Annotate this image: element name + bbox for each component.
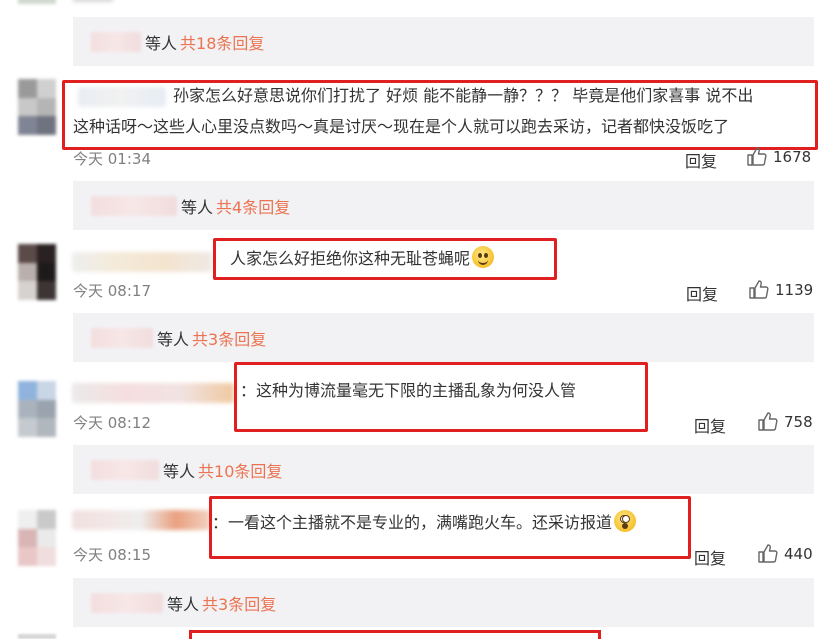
thumbs-up-icon	[758, 544, 778, 563]
avatar[interactable]	[18, 381, 56, 437]
reply-button[interactable]: 回复	[694, 545, 726, 569]
bottom-cropped-avatar	[18, 634, 56, 639]
reply-button[interactable]: 回复	[685, 148, 717, 172]
thumbs-up-icon	[758, 412, 778, 431]
reply-suffix: 等人	[163, 461, 196, 481]
bottom-highlight-box-cropped	[189, 630, 601, 639]
reply-count-link[interactable]: 共10条回复	[198, 458, 282, 482]
comment-time: 今天 08:15	[73, 546, 151, 564]
highlight-box	[62, 80, 818, 150]
reply-suffix: 等人	[167, 594, 200, 614]
avatar[interactable]	[18, 244, 56, 300]
reply-summary-bar[interactable]: 等人 共3条回复	[73, 313, 814, 362]
thumbs-up-icon	[747, 147, 767, 166]
reply-button[interactable]: 回复	[686, 281, 718, 305]
comment-time: 今天 08:12	[73, 414, 151, 432]
top-cropped-avatar	[18, 0, 56, 4]
reply-suffix: 等人	[145, 33, 178, 53]
reply-count-link[interactable]: 共4条回复	[216, 194, 290, 218]
avatar[interactable]	[18, 510, 56, 566]
username-blurred[interactable]	[72, 510, 210, 530]
replier-names-blurred	[91, 592, 163, 613]
highlight-box	[213, 238, 557, 280]
like-button[interactable]: 758	[758, 412, 813, 431]
replier-names-blurred	[91, 31, 141, 52]
replier-names-blurred	[91, 327, 153, 348]
like-button[interactable]: 1678	[747, 147, 811, 166]
username-blurred[interactable]	[72, 383, 234, 403]
comment-time: 今天 01:34	[73, 150, 151, 168]
replier-names-blurred	[91, 459, 159, 480]
username-blurred[interactable]	[72, 252, 212, 272]
highlight-box	[234, 362, 648, 432]
top-cropped-text	[73, 0, 113, 2]
avatar[interactable]	[18, 79, 56, 135]
reply-summary-bar[interactable]: 等人 共4条回复	[73, 181, 814, 230]
reply-count-link[interactable]: 共18条回复	[180, 30, 264, 54]
like-count: 1678	[773, 147, 812, 166]
reply-suffix: 等人	[157, 329, 190, 349]
reply-summary-bar[interactable]: 等人 共18条回复	[73, 17, 814, 66]
reply-suffix: 等人	[181, 197, 214, 217]
reply-summary-bar[interactable]: 等人 共3条回复	[73, 578, 814, 627]
like-count: 440	[784, 544, 813, 563]
like-button[interactable]: 440	[758, 544, 813, 563]
thumbs-up-icon	[749, 280, 769, 299]
like-count: 1139	[775, 280, 814, 299]
like-button[interactable]: 1139	[749, 280, 813, 299]
like-count: 758	[784, 412, 813, 431]
comment-time: 今天 08:17	[73, 282, 151, 300]
highlight-box	[209, 496, 691, 559]
reply-count-link[interactable]: 共3条回复	[202, 591, 276, 615]
reply-summary-bar[interactable]: 等人 共10条回复	[73, 445, 814, 494]
replier-names-blurred	[91, 195, 177, 216]
reply-count-link[interactable]: 共3条回复	[192, 326, 266, 350]
reply-button[interactable]: 回复	[694, 413, 726, 437]
